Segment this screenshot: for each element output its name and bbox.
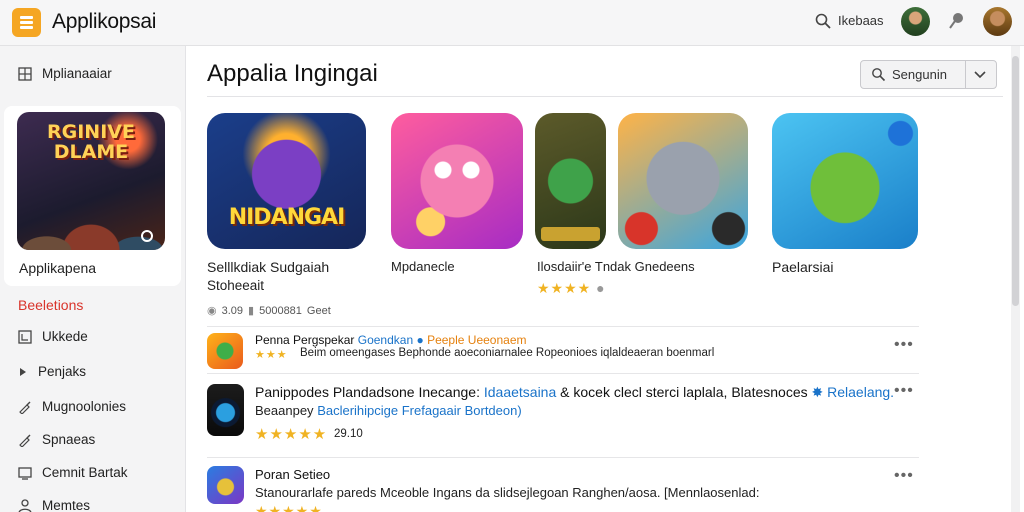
list-item-description: Stanourarlafe pareds Mceoble Ingans da s… (255, 485, 760, 500)
top-bar: Applikopsai Ikebaas (0, 0, 1024, 46)
verified-icon: ● (416, 333, 424, 347)
scrollbar[interactable] (1011, 46, 1020, 512)
sidebar-item-label: Mplianaaiar (42, 66, 112, 81)
list-item-title[interactable]: Panippodes Plandadsone Inecange: Idaaets… (255, 384, 894, 401)
featured-game-title[interactable]: Selllkdiak Sudgaiah (207, 259, 329, 275)
sort-dropdown[interactable]: Sengunin (860, 60, 997, 89)
app-icon[interactable] (207, 466, 244, 504)
search-icon (872, 68, 886, 82)
list-item-description: Beaanpey Baclerihipcige Frefagaair Bortd… (255, 403, 522, 418)
sidebar-item-label: Memtes (42, 498, 91, 512)
rating-value: 29.10 (334, 428, 363, 440)
more-options-button[interactable]: ••• (894, 382, 914, 400)
featured-game-title[interactable]: Mpdanecle (391, 259, 455, 274)
more-options-button[interactable]: ••• (894, 336, 914, 354)
sidebar-item-label: Cemnit Bartak (42, 465, 128, 480)
page-title: Appalia Ingingai (207, 60, 378, 87)
search-label[interactable]: Ikebaas (838, 13, 884, 28)
info-icon: ◉ (207, 305, 217, 317)
sidebar-item-mugnoolonies[interactable]: Mugnoolonies (18, 399, 126, 414)
app-logo-icon[interactable] (12, 8, 41, 37)
more-options-button[interactable]: ••• (894, 467, 914, 485)
search-icon[interactable] (814, 12, 832, 30)
app-title: Applikopsai (52, 10, 157, 33)
grid-icon (18, 66, 32, 81)
featured-game-title[interactable]: Ilosdaiir'e Tndak Gnedeens (537, 259, 695, 274)
sidebar-item-spnaeas[interactable]: Spnaeas (18, 432, 95, 447)
featured-game-subtitle: Stoheeait (207, 278, 265, 293)
divider (207, 457, 919, 458)
divider (207, 326, 919, 327)
sidebar-item-penjaks[interactable]: Penjaks (18, 364, 86, 379)
list-item-title[interactable]: Poran Setieo (255, 467, 330, 482)
loading-icon (141, 230, 153, 242)
divider (207, 373, 919, 374)
featured-game-tile[interactable] (391, 113, 523, 249)
monitor-icon (18, 466, 32, 480)
featured-game-tile[interactable] (772, 113, 918, 249)
sidebar-item-label: Penjaks (38, 364, 87, 379)
sidebar-item-label: Ukkede (42, 329, 88, 344)
avatar[interactable] (983, 7, 1012, 36)
featured-game-tile[interactable] (535, 113, 606, 249)
rating-stars: ★★★ (255, 349, 288, 361)
featured-game-title[interactable]: Paelarsiai (772, 259, 833, 275)
list-item-description: Beim omeengases Bephonde aoeconiarnalee … (300, 347, 715, 359)
sidebar-section-heading[interactable]: Beeletions (18, 297, 83, 313)
featured-game-tile[interactable] (618, 113, 748, 249)
sidebar-item-label: Spnaeas (42, 432, 96, 447)
paint-brush-icon (19, 434, 31, 447)
thumbnail-banner-text: RGINIVE DLAME (47, 121, 135, 163)
meta-downloads: 5000881 (259, 304, 302, 317)
app-icon[interactable] (207, 333, 243, 369)
meta-rating-value: 3.09 (221, 304, 244, 317)
list-item-title[interactable]: Penna Pergspekar Goendkan ● Peeple Ueeon… (255, 333, 526, 347)
person-icon (18, 498, 32, 512)
lock-icon: ▮ (248, 305, 255, 317)
rating-stars: ★★★★★ (255, 426, 328, 443)
divider (207, 96, 1003, 97)
paint-brush-icon (19, 401, 31, 414)
sidebar-item-ukkede[interactable]: Ukkede (18, 329, 88, 344)
sidebar-item-apps[interactable]: Mplianaaiar (18, 66, 112, 81)
app-icon[interactable] (207, 384, 244, 436)
sidebar-featured-card[interactable]: RGINIVE DLAME Applikapena (4, 106, 181, 286)
sidebar-item-label: Mugnoolonies (42, 399, 127, 414)
sidebar: Mplianaaiar RGINIVE DLAME Applikapena Bee… (0, 46, 186, 512)
chevron-down-icon (974, 71, 986, 79)
tile-logo-text: NIDANGAI (228, 205, 346, 230)
box-icon (18, 329, 32, 344)
sidebar-card-label: Applikapena (19, 260, 97, 276)
pin-icon[interactable] (945, 10, 967, 32)
meta-extra: Geet (306, 304, 331, 317)
featured-game-tile[interactable]: NIDANGAI (207, 113, 366, 249)
featured-game-thumbnail: RGINIVE DLAME (17, 112, 165, 250)
rating-stars: ★★★★★ (255, 503, 323, 512)
rating-stars: ★★★★ ● (537, 280, 606, 296)
chevron-right-icon (20, 367, 26, 376)
sidebar-item-cemnit-bartak[interactable]: Cemnit Bartak (18, 465, 128, 480)
sidebar-item-memtes[interactable]: Memtes (18, 498, 90, 512)
featured-meta-row: ◉ 3.09 ▮ 5000881 Geet (207, 304, 331, 318)
sort-dropdown-label: Sengunin (892, 67, 947, 82)
settings-icon: ✸ (811, 384, 824, 400)
avatar[interactable] (901, 7, 930, 36)
